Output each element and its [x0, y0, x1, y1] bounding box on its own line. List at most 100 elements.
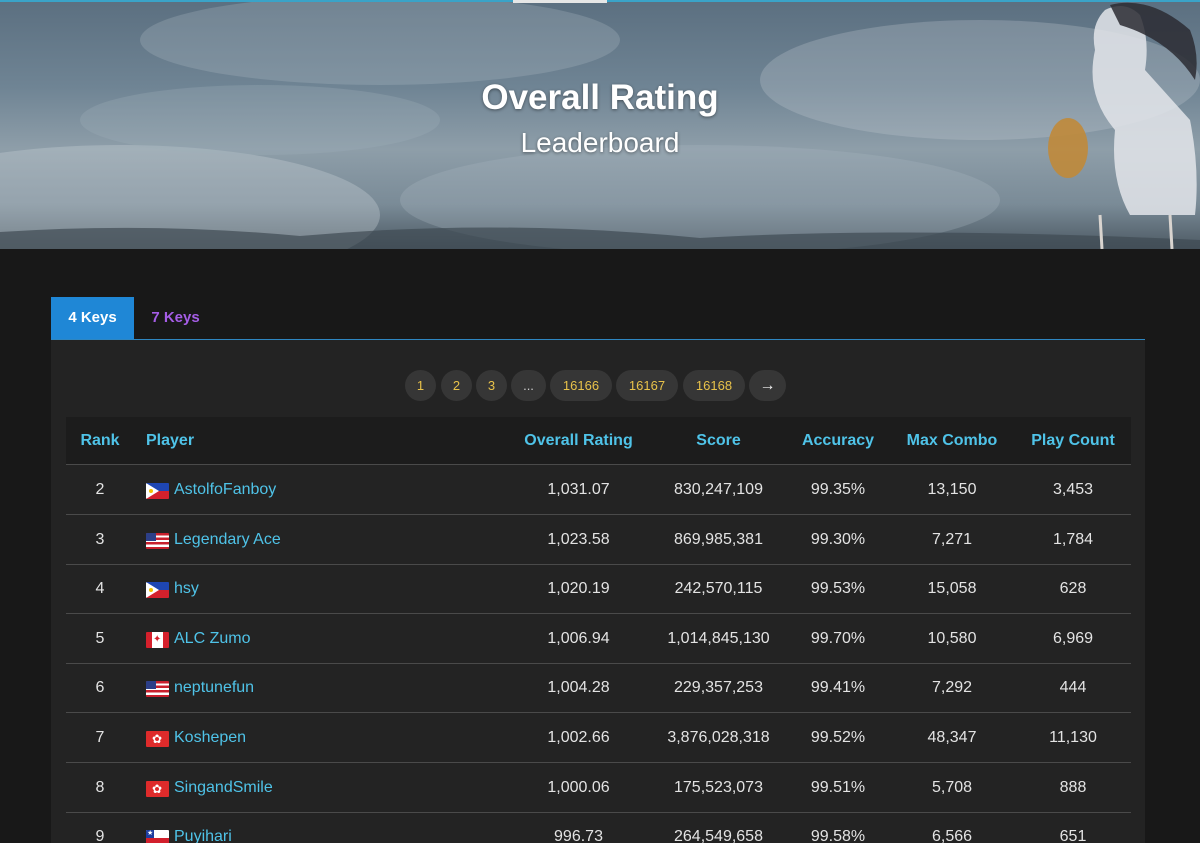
mode-tabs: 4 Keys 7 Keys	[51, 297, 1145, 340]
play-count-cell: 651	[1059, 828, 1087, 843]
player-cell: SingandSmile	[146, 763, 506, 812]
table-header: Rank Player Overall Rating Score Accurac…	[66, 417, 1131, 465]
player-link[interactable]: hsy	[174, 564, 199, 613]
rank-cell: 4	[95, 580, 105, 597]
score-cell: 175,523,073	[674, 779, 763, 796]
max-combo-cell: 15,058	[927, 580, 977, 597]
accuracy-cell: 99.35%	[810, 481, 866, 498]
table-row: 4 hsy 1,020.19 242,570,115 99.53% 15,058…	[66, 564, 1131, 614]
player-link[interactable]: SingandSmile	[174, 763, 273, 812]
table-row: 3 Legendary Ace 1,023.58 869,985,381 99.…	[66, 515, 1131, 565]
play-count-cell: 3,453	[1052, 481, 1094, 498]
player-cell: Koshepen	[146, 713, 506, 762]
page-subtitle: Leaderboard	[520, 127, 680, 158]
player-cell: Puyihari	[146, 812, 506, 843]
table-row: 6 neptunefun 1,004.28 229,357,253 99.41%…	[66, 663, 1131, 713]
hero-background-art	[0, 0, 1200, 249]
player-link[interactable]: AstolfoFanboy	[174, 465, 276, 514]
hong-kong-flag-icon	[146, 781, 169, 797]
rank-cell: 5	[95, 630, 105, 647]
play-count-cell: 888	[1059, 779, 1087, 796]
chile-flag-icon	[146, 830, 169, 843]
max-combo-cell: 48,347	[927, 729, 977, 746]
score-cell: 3,876,028,318	[667, 729, 770, 746]
page-button[interactable]: 16167	[616, 370, 678, 401]
philippines-flag-icon	[146, 483, 169, 499]
rank-cell: 3	[95, 531, 105, 548]
table-row: 5 ALC Zumo 1,006.94 1,014,845,130 99.70%…	[66, 614, 1131, 664]
tab-4-keys[interactable]: 4 Keys	[51, 297, 134, 339]
play-count-cell: 444	[1059, 679, 1087, 696]
score-cell: 830,247,109	[674, 481, 763, 498]
max-combo-cell: 10,580	[927, 630, 977, 647]
column-header-play-count[interactable]: Play Count	[1012, 417, 1134, 464]
page-title: Overall Rating	[481, 78, 719, 117]
max-combo-cell: 13,150	[927, 481, 977, 498]
rating-cell: 1,031.07	[547, 481, 610, 498]
rating-cell: 1,023.58	[547, 531, 610, 548]
rating-cell: 1,006.94	[547, 630, 610, 647]
player-cell: hsy	[146, 564, 506, 613]
rating-cell: 1,000.06	[547, 779, 610, 796]
hero-banner: Overall Rating Leaderboard	[0, 0, 1200, 249]
player-cell: neptunefun	[146, 663, 506, 712]
page-button[interactable]: 3	[476, 370, 507, 401]
table-row: 8 SingandSmile 1,000.06 175,523,073 99.5…	[66, 763, 1131, 813]
player-link[interactable]: ALC Zumo	[174, 614, 250, 663]
table-row: 7 Koshepen 1,002.66 3,876,028,318 99.52%…	[66, 713, 1131, 763]
score-cell: 229,357,253	[674, 679, 763, 696]
column-header-overall-rating[interactable]: Overall Rating	[496, 417, 661, 464]
rank-cell: 8	[95, 779, 105, 796]
rating-cell: 1,020.19	[547, 580, 610, 597]
table-row: 9 Puyihari 996.73 264,549,658 99.58% 6,5…	[66, 812, 1131, 843]
max-combo-cell: 7,292	[931, 679, 973, 696]
active-nav-indicator	[513, 0, 607, 3]
rating-cell: 1,002.66	[547, 729, 610, 746]
tab-7-keys[interactable]: 7 Keys	[134, 297, 217, 339]
max-combo-cell: 7,271	[931, 531, 973, 548]
page-ellipsis: ...	[511, 370, 546, 401]
philippines-flag-icon	[146, 582, 169, 598]
max-combo-cell: 5,708	[931, 779, 973, 796]
player-link[interactable]: neptunefun	[174, 663, 254, 712]
play-count-cell: 1,784	[1052, 531, 1094, 548]
united-states-flag-icon	[146, 681, 169, 697]
column-header-accuracy[interactable]: Accuracy	[778, 417, 898, 464]
player-link[interactable]: Puyihari	[174, 812, 232, 843]
player-cell: ALC Zumo	[146, 614, 506, 663]
column-header-max-combo[interactable]: Max Combo	[892, 417, 1012, 464]
column-header-score[interactable]: Score	[646, 417, 791, 464]
player-link[interactable]: Koshepen	[174, 713, 246, 762]
united-states-flag-icon	[146, 533, 169, 549]
rank-cell: 7	[95, 729, 105, 746]
page-button[interactable]: 1	[405, 370, 436, 401]
page-button[interactable]: 2	[441, 370, 472, 401]
accuracy-cell: 99.30%	[810, 531, 866, 548]
score-cell: 1,014,845,130	[667, 630, 770, 647]
rank-cell: 6	[95, 679, 105, 696]
accuracy-cell: 99.52%	[810, 729, 866, 746]
score-cell: 264,549,658	[674, 828, 763, 843]
column-header-rank[interactable]: Rank	[80, 417, 120, 464]
page-button[interactable]: 16168	[683, 370, 745, 401]
column-header-player[interactable]: Player	[146, 417, 194, 464]
rating-cell: 1,004.28	[547, 679, 610, 696]
accuracy-cell: 99.58%	[810, 828, 866, 843]
player-cell: AstolfoFanboy	[146, 465, 506, 514]
player-link[interactable]: Legendary Ace	[174, 515, 281, 564]
play-count-cell: 628	[1059, 580, 1087, 597]
page-button[interactable]: 16166	[550, 370, 612, 401]
play-count-cell: 6,969	[1052, 630, 1094, 647]
next-page-button[interactable]: →	[749, 370, 786, 401]
accuracy-cell: 99.53%	[810, 580, 866, 597]
canada-flag-icon	[146, 632, 169, 648]
max-combo-cell: 6,566	[931, 828, 973, 843]
play-count-cell: 11,130	[1049, 729, 1097, 746]
hong-kong-flag-icon	[146, 731, 169, 747]
rating-cell: 996.73	[554, 828, 603, 843]
score-cell: 242,570,115	[674, 580, 763, 597]
accuracy-cell: 99.51%	[810, 779, 866, 796]
pagination: 1 2 3 ... 16166 16167 16168 →	[0, 370, 1200, 401]
accuracy-cell: 99.70%	[810, 630, 866, 647]
score-cell: 869,985,381	[674, 531, 763, 548]
